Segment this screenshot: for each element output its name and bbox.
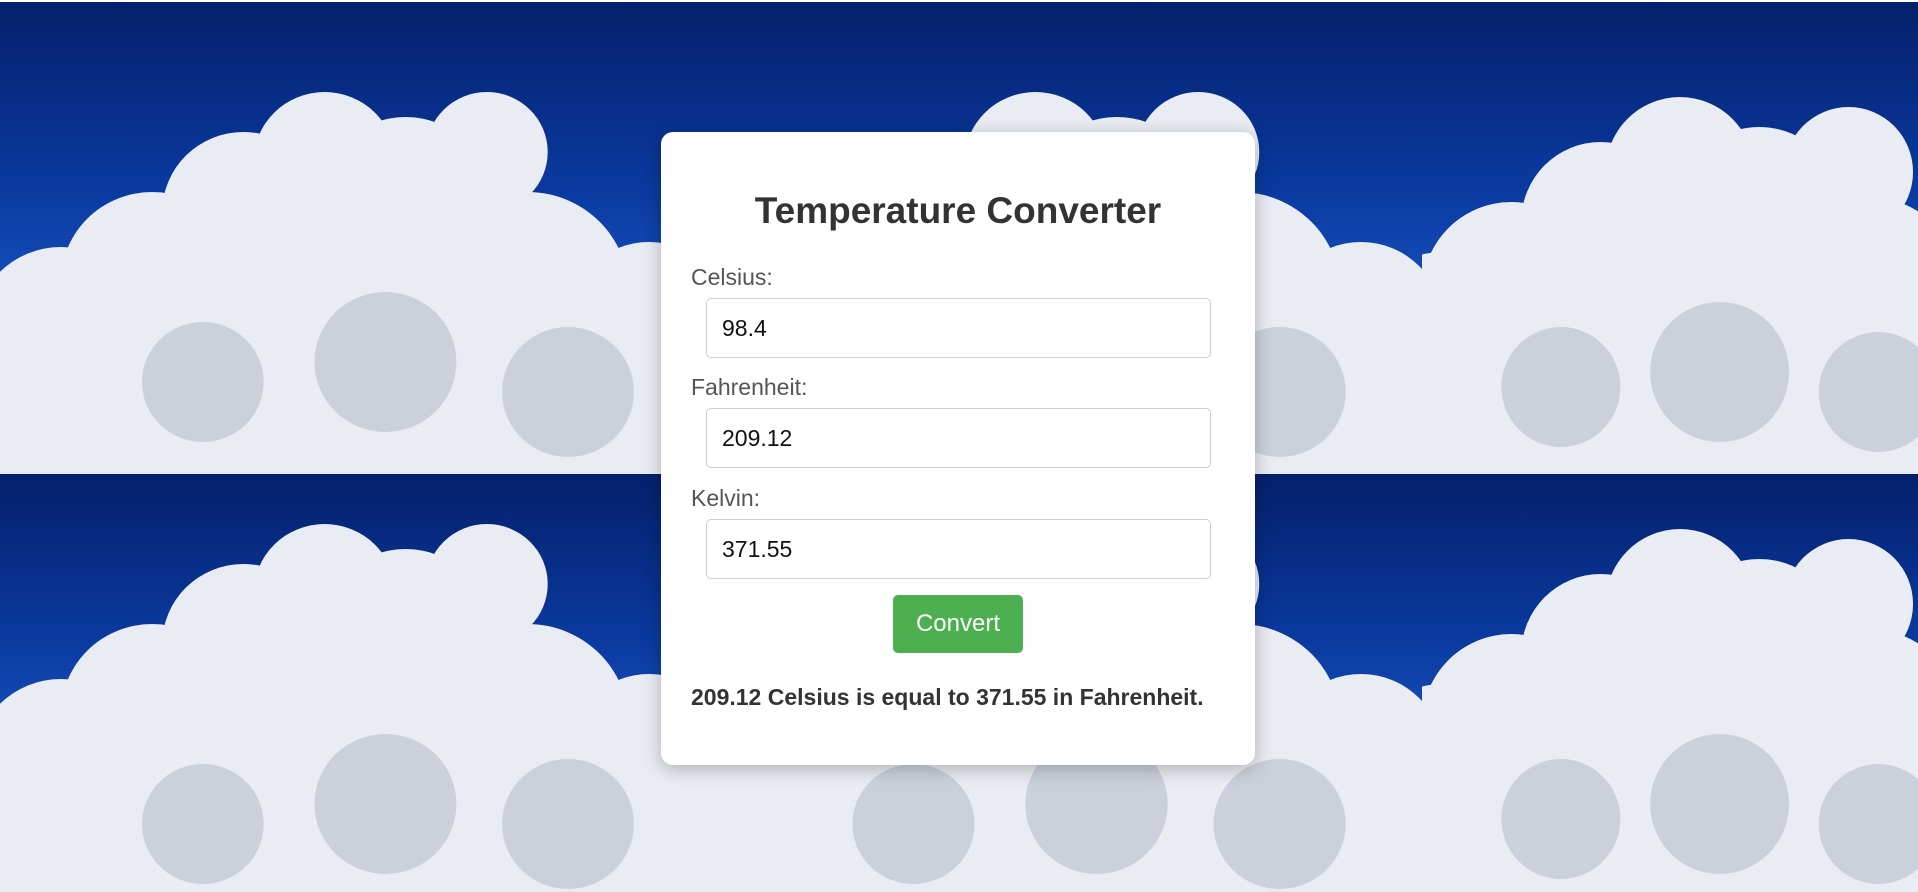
fahrenheit-input[interactable]: [706, 408, 1211, 468]
cloud-image: [1422, 97, 1918, 474]
cloud-tile: [0, 474, 710, 892]
cloud-tile: [1422, 474, 1918, 892]
cloud-image: [0, 524, 710, 892]
kelvin-input[interactable]: [706, 519, 1211, 579]
fahrenheit-label: Fahrenheit:: [691, 374, 808, 400]
celsius-label: Celsius:: [691, 264, 773, 290]
cloud-tile: [0, 2, 710, 474]
cloud-tile: [1422, 2, 1918, 474]
cloud-image: [0, 92, 710, 474]
result-text: 209.12 Celsius is equal to 371.55 in Fah…: [691, 684, 1204, 710]
kelvin-label: Kelvin:: [691, 485, 761, 511]
converter-card: Temperature Converter Celsius: Fahrenhei…: [661, 132, 1255, 765]
convert-button[interactable]: Convert: [893, 595, 1023, 653]
celsius-input[interactable]: [706, 298, 1211, 358]
page-title: Temperature Converter: [754, 190, 1162, 231]
cloud-image: [1422, 529, 1918, 892]
